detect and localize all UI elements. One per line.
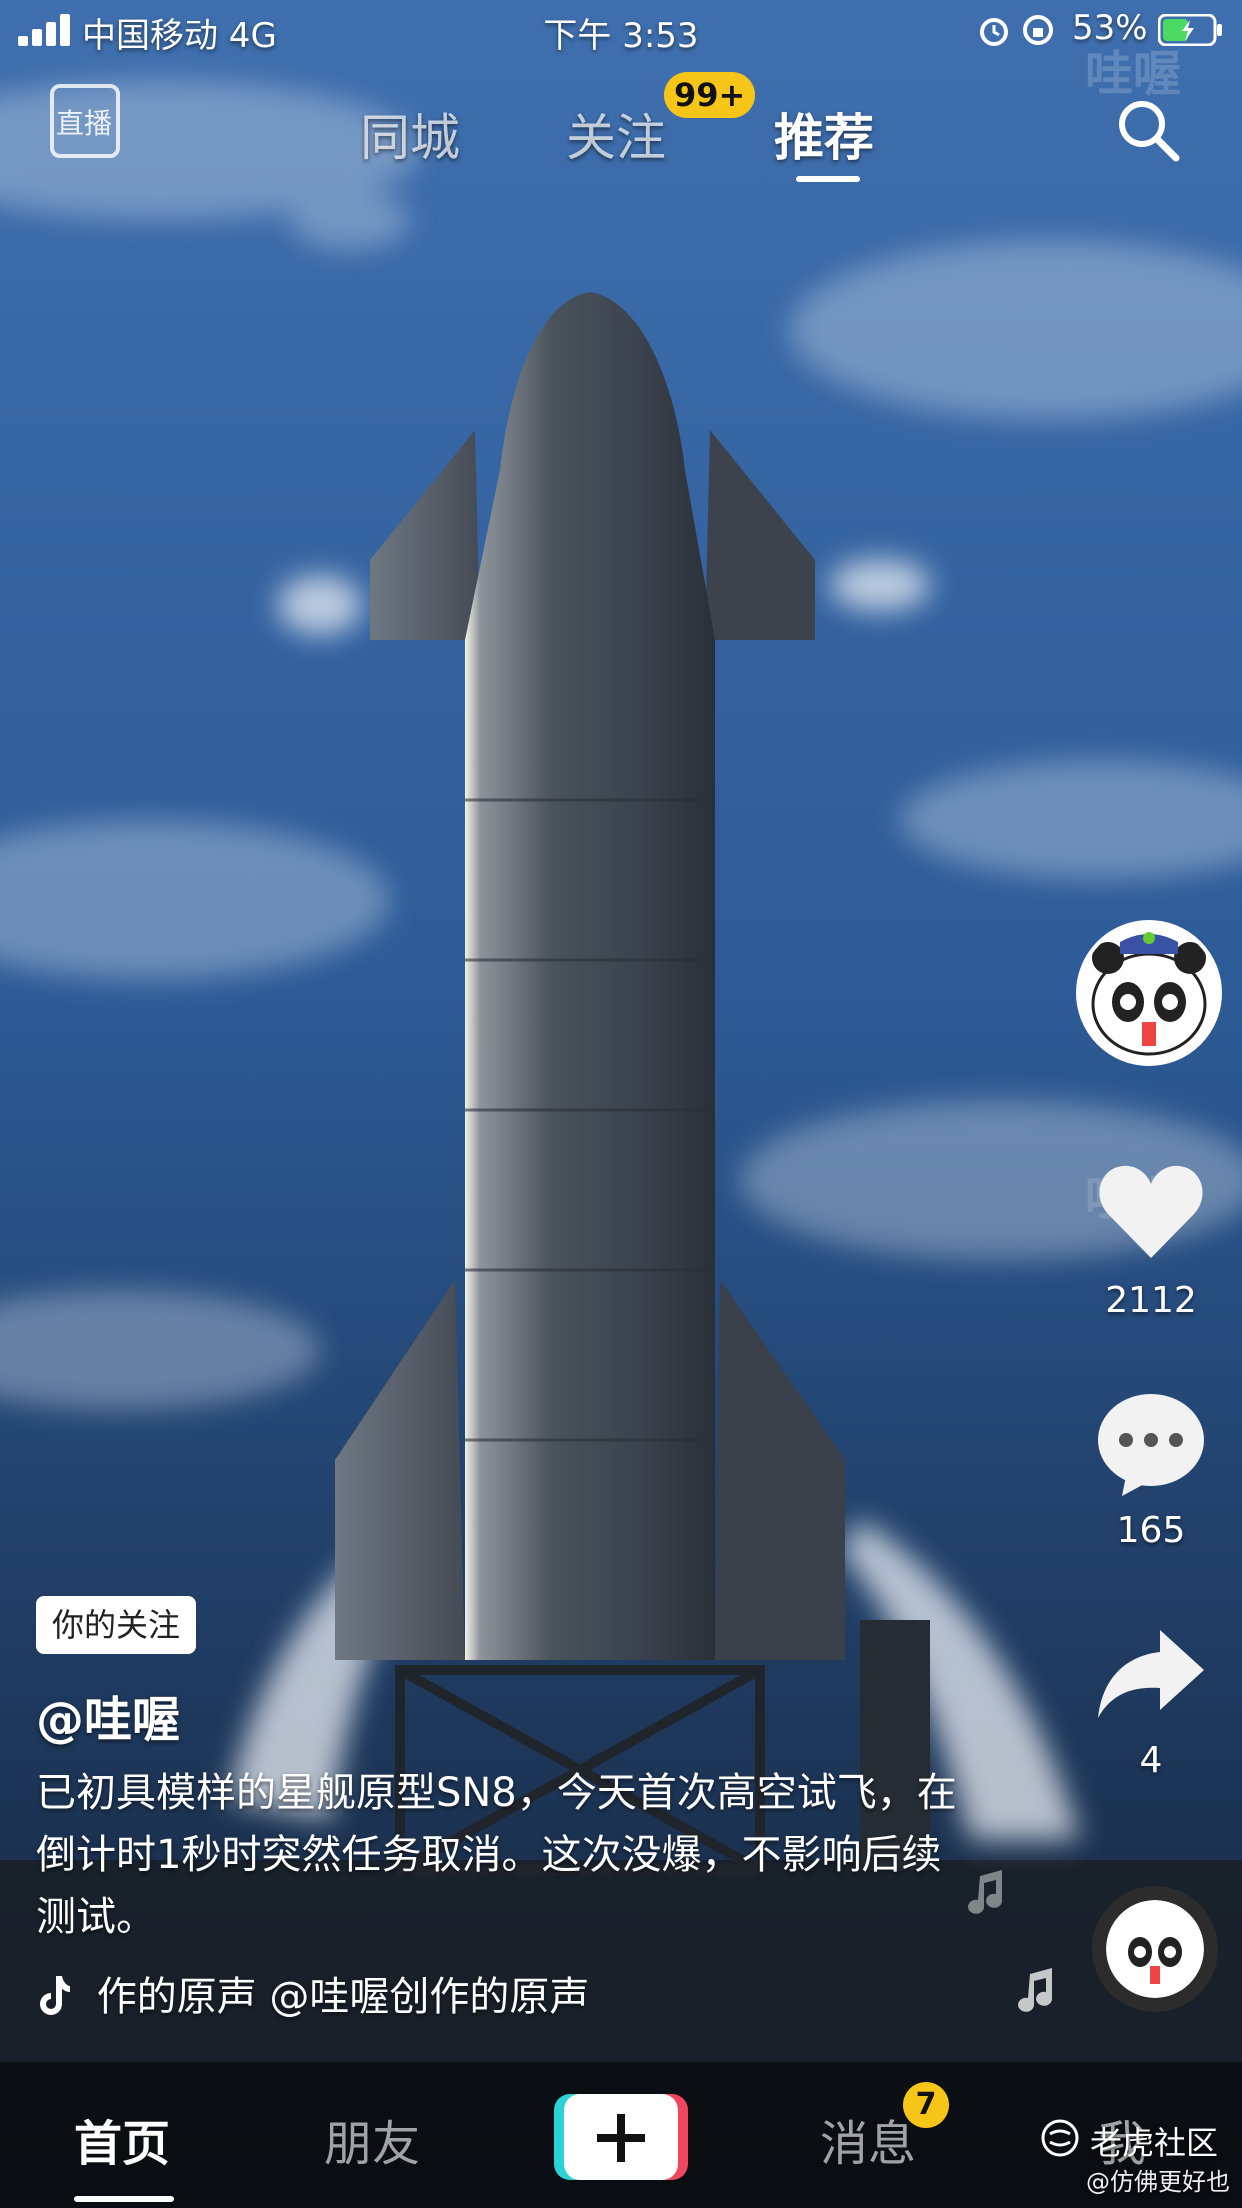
active-nav-indicator [74,2196,174,2202]
share-count: 4 [1139,1740,1163,1781]
like-count: 2112 [1105,1280,1197,1321]
heart-icon[interactable] [1096,1162,1206,1262]
music-title: 作的原声 @哇喔创作的原声 [96,1974,590,2020]
music-disc-avatar [1106,1900,1204,1998]
active-tab-indicator [796,176,860,182]
comment-count: 165 [1116,1510,1186,1551]
battery-percentage: 53% [1072,8,1148,48]
music-note-icon-2 [1018,1968,1053,2012]
tab-recommend[interactable]: 推荐 [774,98,874,170]
panda-avatar-image [1091,932,1207,1056]
status-bar: 中国移动 4G 下午 3:53 53% [0,0,1242,58]
music-row[interactable]: 作的原声 @哇喔创作的原声 [36,1964,589,2022]
battery-icon [1158,14,1222,46]
create-button[interactable] [554,2094,688,2180]
site-watermark: 老虎社区 [1090,2124,1219,2162]
tab-following[interactable]: 关注 [566,98,666,170]
search-icon[interactable] [1114,96,1184,166]
plus-icon [597,2114,645,2162]
tiger-logo-icon [1041,2119,1079,2157]
author-avatar[interactable] [1076,920,1222,1066]
live-label: 直播 [56,107,113,140]
video-caption: 已初具模样的星舰原型SN8，今天首次高空试飞，在倒计时1秒时突然任务取消。这次没… [36,1770,957,1940]
following-tag: 你的关注 [36,1596,197,1654]
alarm-icon [980,18,1008,46]
nav-messages[interactable]: 消息 [820,2104,916,2174]
following-badge: 99+ [664,72,756,118]
share-icon[interactable] [1096,1630,1206,1720]
nav-friends[interactable]: 朋友 [324,2104,420,2174]
live-button[interactable]: 直播 [50,84,120,158]
messages-badge: 7 [903,2082,949,2128]
music-disc[interactable] [1092,1886,1218,2012]
clock: 下午 3:53 [543,16,699,56]
user-watermark: @仿佛更好也 [1086,2168,1230,2196]
comment-icon[interactable] [1096,1392,1206,1496]
music-note-icon [968,1870,1003,1914]
tiktok-note-icon [40,1976,70,2015]
tab-city[interactable]: 同城 [360,98,460,170]
author-name[interactable]: @哇喔 [36,1680,180,1750]
rotation-lock-icon [1023,15,1053,45]
nav-home[interactable]: 首页 [74,2104,170,2174]
